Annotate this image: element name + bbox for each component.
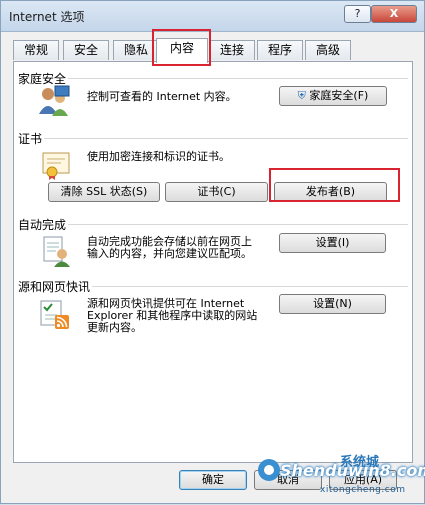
section-divider — [68, 78, 408, 79]
autocomplete-settings-button[interactable]: 设置(I) — [279, 233, 386, 253]
feeds-icon — [40, 300, 69, 329]
site-watermark: Shenduwin8.com 系统城 xitongcheng.com — [254, 451, 425, 505]
certificates-button[interactable]: 证书(C) — [165, 182, 268, 202]
certificate-icon — [42, 152, 70, 180]
clear-ssl-state-button[interactable]: 清除 SSL 状态(S) — [48, 182, 160, 202]
help-button[interactable]: ? — [344, 5, 371, 23]
section-divider — [44, 138, 408, 139]
tab-security[interactable]: 安全 — [63, 40, 109, 60]
feeds-heading: 源和网页快讯 — [18, 280, 91, 294]
close-button[interactable]: X — [371, 5, 417, 23]
publishers-button-highlight — [269, 168, 400, 202]
section-divider — [92, 286, 408, 287]
certificates-description: 使用加密连接和标识的证书。 — [87, 150, 230, 163]
shield-icon: ⛨ — [297, 89, 306, 102]
certificates-heading: 证书 — [18, 132, 43, 146]
family-safety-button-label: 家庭安全(F) — [309, 89, 369, 102]
tab-connections[interactable]: 连接 — [209, 40, 255, 60]
family-safety-button[interactable]: ⛨ 家庭安全(F) — [279, 86, 387, 106]
title-bar[interactable]: Internet 选项 ? X — [1, 1, 424, 32]
content-tab-panel: 家庭安全 控制可查看的 Internet 内容。 ⛨ 家庭安全(F) 证书 使用… — [13, 61, 413, 463]
internet-options-window: Internet 选项 ? X 常规 安全 隐私 内容 连接 程序 高级 家庭安… — [0, 0, 425, 504]
autocomplete-heading: 自动完成 — [18, 218, 67, 232]
tab-advanced[interactable]: 高级 — [305, 40, 351, 60]
window-title: Internet 选项 — [9, 10, 85, 24]
tab-general[interactable]: 常规 — [13, 40, 59, 60]
logo-icon — [258, 459, 280, 481]
tab-programs[interactable]: 程序 — [257, 40, 303, 60]
family-safety-description: 控制可查看的 Internet 内容。 — [87, 90, 237, 103]
feeds-settings-button[interactable]: 设置(N) — [279, 294, 386, 314]
section-divider — [68, 224, 408, 225]
autocomplete-description-line2: 输入的内容，并向您建议匹配项。 — [87, 247, 252, 260]
content-tab-highlight — [152, 29, 211, 66]
watermark-cn: 系统城 — [340, 455, 380, 470]
feeds-description-line3: 更新内容。 — [87, 321, 142, 334]
family-safety-icon — [39, 85, 70, 116]
ok-button[interactable]: 确定 — [179, 470, 247, 490]
watermark-domain: xitongcheng.com — [320, 485, 406, 495]
autocomplete-icon — [43, 236, 70, 267]
